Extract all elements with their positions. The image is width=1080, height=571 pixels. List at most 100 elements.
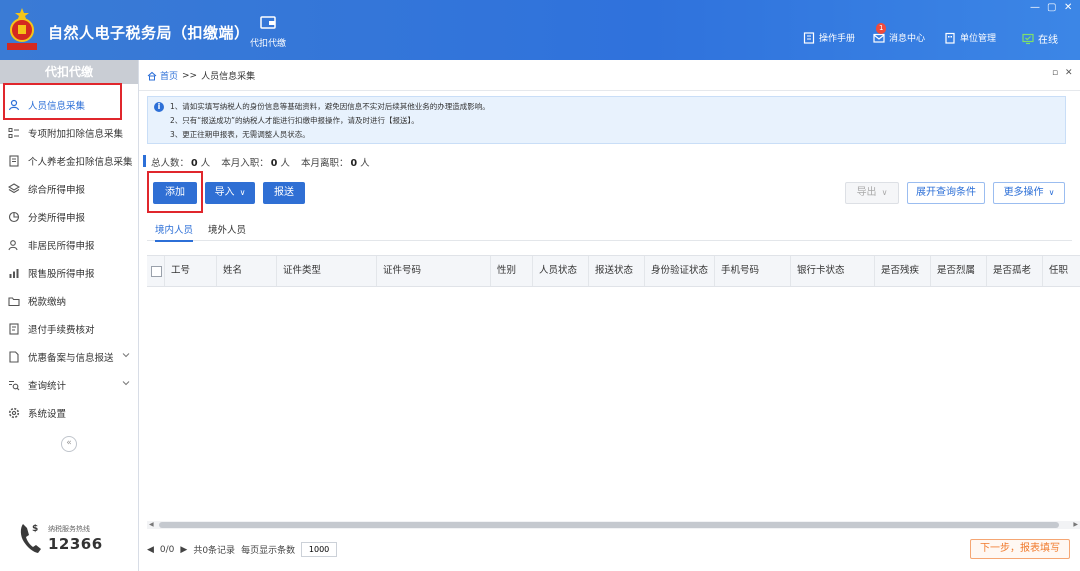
next-page-icon[interactable]: ▶ [180, 545, 187, 555]
book-icon [803, 31, 815, 44]
service-hotline: $ 纳税服务热线 12366 [14, 518, 134, 558]
col-bank-card-status[interactable]: 银行卡状态 [791, 256, 875, 286]
col-person-status[interactable]: 人员状态 [533, 256, 589, 286]
record-count: 共0条记录 [193, 546, 236, 556]
module-tab-withholding[interactable]: 代扣代缴 [248, 14, 288, 49]
chevron-down-icon: ∨ [239, 188, 246, 197]
sidebar-item-refund-fee-check[interactable]: 退付手续费核对 [0, 318, 138, 340]
module-label: 代扣代缴 [249, 39, 286, 49]
sidebar-item-classified-income[interactable]: 分类所得申报 [0, 206, 138, 228]
col-disabled[interactable]: 是否残疾 [875, 256, 931, 286]
sidebar-item-special-deduction[interactable]: 专项附加扣除信息采集 [0, 122, 138, 144]
main-panel: 首页 >> 人员信息采集 ▫ ✕ i 1、请如实填写纳税人的身份信息等基础资料，… [139, 60, 1080, 571]
panel-restore-icon[interactable]: ▫ [1052, 68, 1058, 78]
breadcrumb-home-link[interactable]: 首页 [160, 69, 178, 82]
col-name[interactable]: 姓名 [217, 256, 277, 286]
close-button[interactable]: ✕ [1064, 2, 1072, 13]
sidebar-item-label: 个人养老金扣除信息采集 [28, 157, 133, 168]
col-submit-status[interactable]: 报送状态 [589, 256, 645, 286]
col-phone[interactable]: 手机号码 [715, 256, 791, 286]
col-id-type[interactable]: 证件类型 [277, 256, 377, 286]
info-icon: i [154, 102, 164, 112]
col-verify-status[interactable]: 身份验证状态 [645, 256, 715, 286]
pagination: ◀ 0/0 ▶ 共0条记录 每页显示条数 [147, 542, 338, 557]
more-operations-label: 更多操作 [1003, 187, 1044, 198]
sidebar-item-preferential-filing[interactable]: 优惠备案与信息报送 [0, 346, 138, 368]
horizontal-scrollbar[interactable]: ◀ ▶ [147, 521, 1080, 529]
sidebar: 代扣代缴 人员信息采集 专项附加扣除信息采集 个人养老金扣除信息采集 综合所得申… [0, 60, 139, 571]
unit-management-button[interactable]: 单位管理 [944, 31, 996, 44]
left-value: 0 [350, 158, 358, 169]
sidebar-item-tax-payment[interactable]: 税款缴纳 [0, 290, 138, 312]
export-button[interactable]: 导出 ∨ [845, 182, 899, 204]
sidebar-item-restricted-shares[interactable]: 限售股所得申报 [0, 262, 138, 284]
sidebar-item-label: 限售股所得申报 [28, 269, 95, 280]
breadcrumb: 首页 >> 人员信息采集 [147, 69, 255, 82]
pie-icon [8, 211, 20, 223]
col-martyr-family[interactable]: 是否烈属 [931, 256, 987, 286]
app-title: 自然人电子税务局（扣缴端） [48, 24, 250, 42]
manual-button[interactable]: 操作手册 [803, 31, 855, 44]
monitor-check-icon [1022, 33, 1034, 44]
col-lonely-elderly[interactable]: 是否孤老 [987, 256, 1043, 286]
sidebar-item-non-resident[interactable]: 非居民所得申报 [0, 234, 138, 256]
sidebar-item-query-stats[interactable]: 查询统计 [0, 374, 138, 396]
personnel-tabs: 境内人员 境外人员 [147, 218, 1072, 242]
tab-domestic[interactable]: 境内人员 [155, 222, 194, 242]
message-center-button[interactable]: 1 消息中心 [873, 23, 925, 44]
receipt-icon [9, 323, 19, 335]
chevron-down-icon [122, 353, 130, 358]
scrollbar-thumb[interactable] [159, 522, 1059, 528]
total-label: 总人数： [151, 158, 190, 169]
prev-page-icon[interactable]: ◀ [147, 545, 154, 555]
col-employee-no[interactable]: 工号 [165, 256, 217, 286]
online-status[interactable]: 在线 [1022, 31, 1058, 46]
joined-value: 0 [270, 158, 278, 169]
notice-line-3: 3、更正往期申报表，无需调整人员状态。 [170, 130, 310, 139]
breadcrumb-separator: >> [182, 70, 198, 81]
total-unit: 人 [200, 158, 211, 169]
tab-overseas[interactable]: 境外人员 [208, 222, 246, 236]
document-icon [9, 155, 19, 167]
sidebar-item-label: 综合所得申报 [28, 185, 86, 196]
chevron-down-icon [122, 381, 130, 386]
scroll-right-icon[interactable]: ▶ [1073, 521, 1078, 528]
next-step-button[interactable]: 下一步，报表填写 [970, 539, 1070, 559]
select-all-checkbox[interactable] [151, 266, 162, 277]
sidebar-item-system-settings[interactable]: 系统设置 [0, 402, 138, 424]
layers-icon [8, 183, 20, 194]
chevron-down-icon: ∨ [1048, 188, 1055, 197]
left-unit: 人 [360, 158, 370, 169]
sidebar-title: 代扣代缴 [0, 60, 138, 84]
sidebar-item-label: 专项附加扣除信息采集 [28, 129, 124, 140]
joined-unit: 人 [280, 158, 290, 169]
sidebar-item-label: 优惠备案与信息报送 [28, 353, 114, 364]
more-operations-button[interactable]: 更多操作 ∨ [993, 182, 1065, 204]
sidebar-item-label: 退付手续费核对 [28, 325, 95, 336]
sidebar-item-label: 分类所得申报 [28, 213, 86, 224]
unit-management-label: 单位管理 [960, 34, 997, 44]
col-gender[interactable]: 性别 [491, 256, 533, 286]
sidebar-item-comprehensive-income[interactable]: 综合所得申报 [0, 178, 138, 200]
minimize-button[interactable]: — [1030, 2, 1040, 13]
sidebar-collapse-button[interactable]: « [61, 436, 77, 452]
scroll-left-icon[interactable]: ◀ [149, 521, 154, 528]
gear-icon [8, 407, 20, 419]
submit-button[interactable]: 报送 [263, 182, 305, 204]
sidebar-item-label: 税款缴纳 [28, 297, 67, 308]
folder-icon [8, 297, 20, 307]
col-position[interactable]: 任职 [1043, 256, 1080, 286]
hotline-number: 12366 [48, 535, 103, 553]
sidebar-item-pension-deduction[interactable]: 个人养老金扣除信息采集 [0, 150, 138, 172]
phone-icon: $ [20, 524, 41, 553]
expand-query-button[interactable]: 展开查询条件 [907, 182, 985, 204]
page-size-input[interactable] [301, 542, 338, 557]
page-indicator: 0/0 [159, 544, 175, 555]
panel-close-icon[interactable]: ✕ [1065, 68, 1073, 78]
manual-label: 操作手册 [819, 34, 856, 44]
export-label: 导出 [856, 187, 877, 198]
maximize-button[interactable]: ▢ [1047, 2, 1056, 13]
col-id-number[interactable]: 证件号码 [377, 256, 491, 286]
personnel-table: 工号 姓名 证件类型 证件号码 性别 人员状态 报送状态 身份验证状态 手机号码… [147, 255, 1080, 531]
import-button[interactable]: 导入 ∨ [205, 182, 255, 204]
